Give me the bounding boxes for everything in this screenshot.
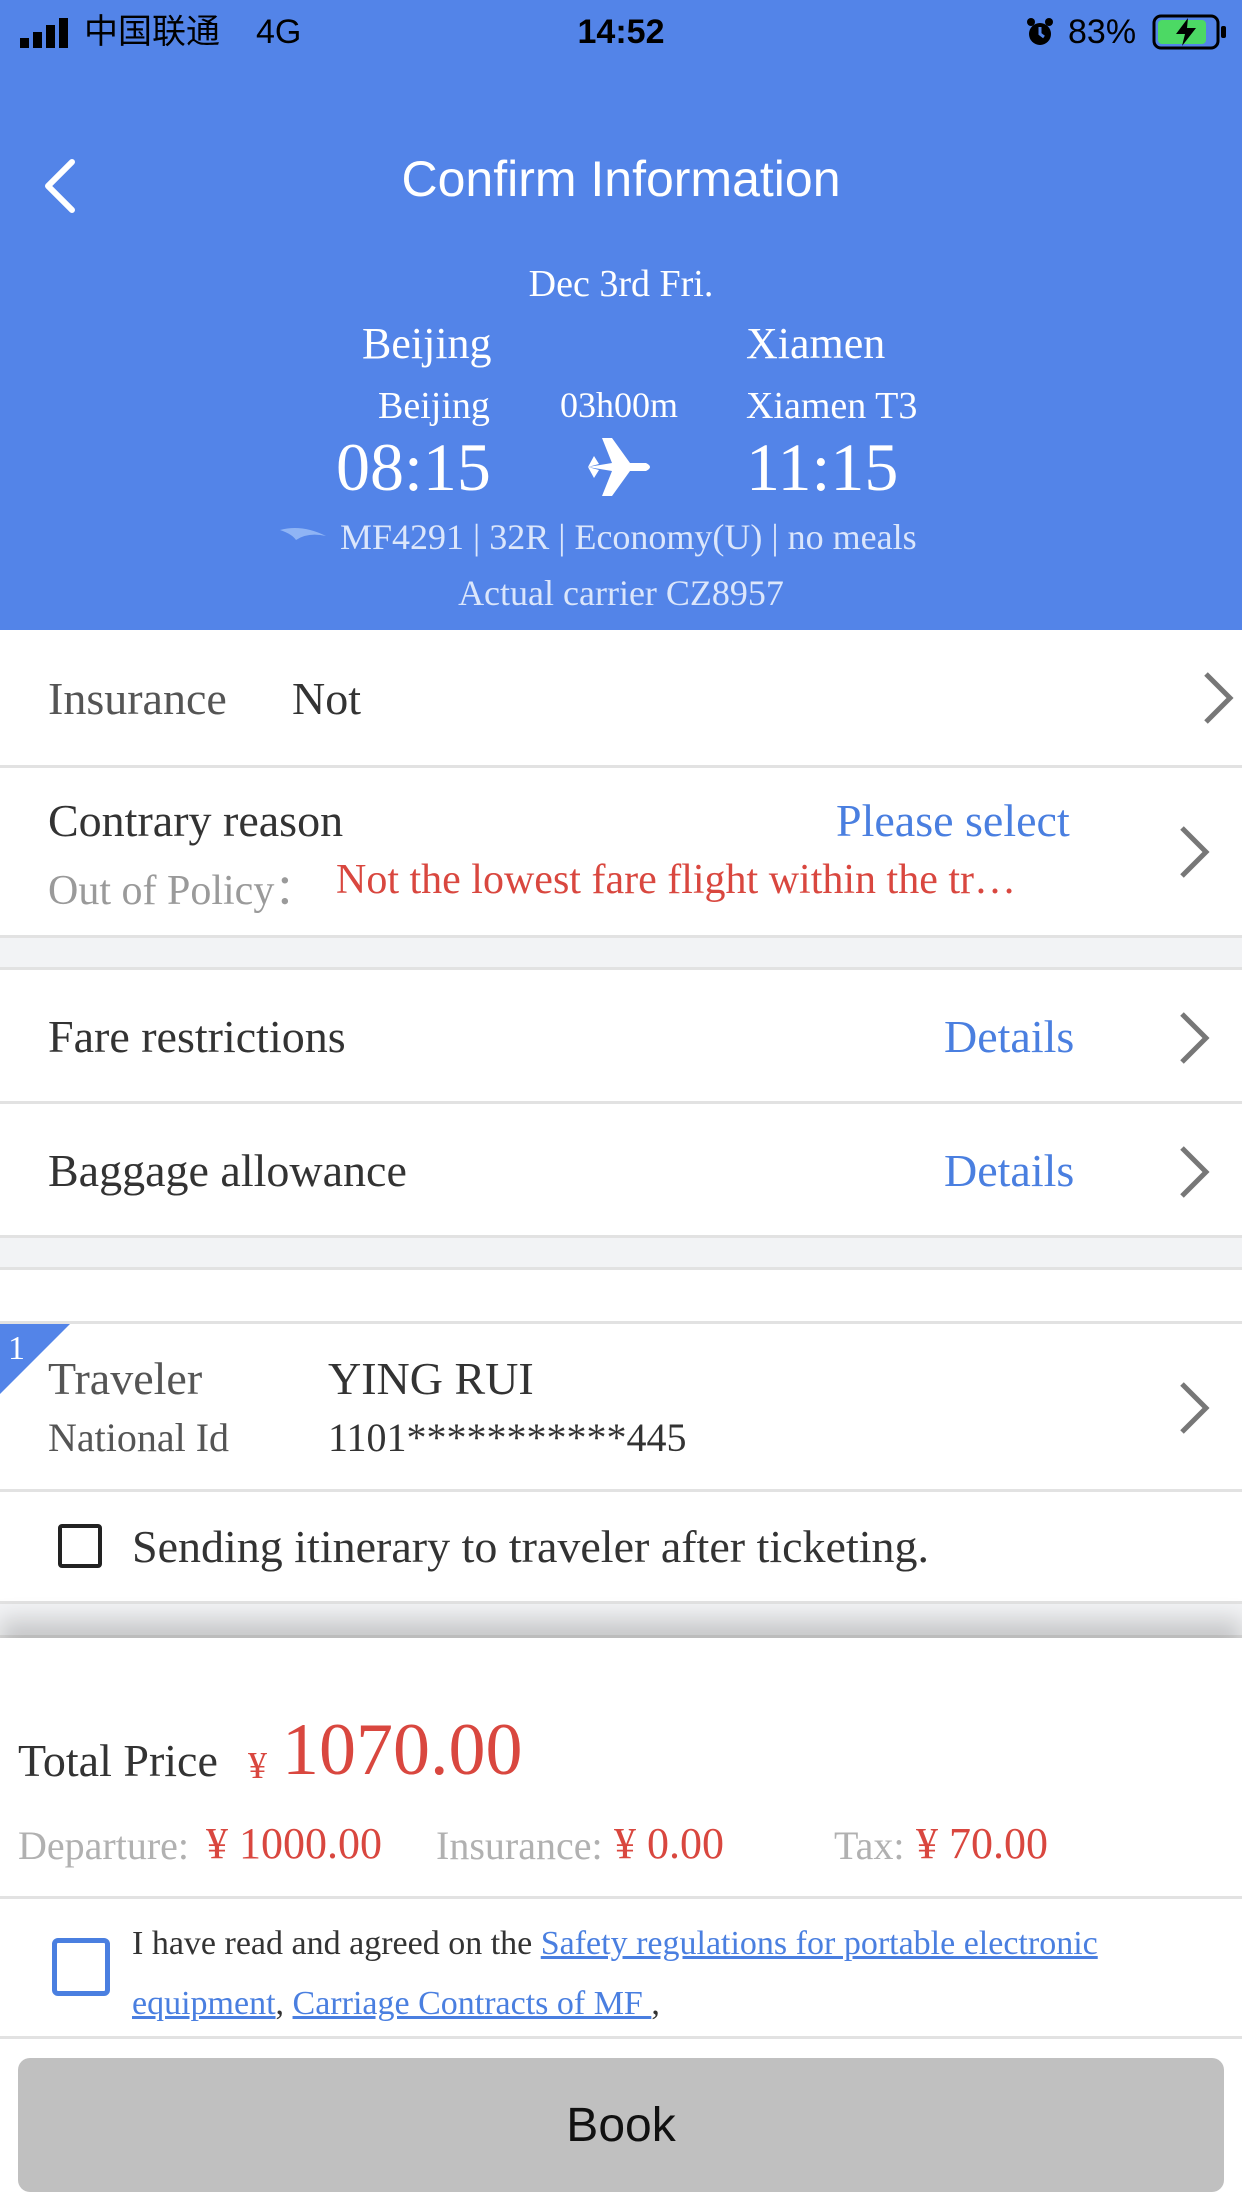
divider bbox=[0, 1896, 1242, 1899]
out-of-policy-label: Out of Policy： bbox=[48, 868, 317, 914]
arrive-time: 11:15 bbox=[746, 429, 899, 505]
tax-label: Tax: bbox=[834, 1823, 905, 1868]
insurance-value: Not bbox=[292, 673, 361, 724]
agreement-text: I have read and agreed on the Safety reg… bbox=[132, 1914, 1192, 2034]
fare-restrictions-row[interactable]: Fare restrictions Details bbox=[0, 970, 1242, 1104]
to-city: Xiamen bbox=[746, 319, 886, 368]
out-of-policy-reason: Not the lowest fare flight within the tr… bbox=[336, 857, 1017, 903]
insurance-label: Insurance bbox=[48, 673, 227, 724]
traveler-row[interactable]: 1 Traveler YING RUI National Id 1101****… bbox=[0, 1324, 1242, 1492]
agreement-separator: , bbox=[275, 1985, 293, 2022]
insurance-row[interactable]: Insurance Not bbox=[0, 630, 1242, 768]
section-divider bbox=[0, 1604, 1242, 1638]
traveler-index: 1 bbox=[8, 1330, 25, 1367]
carriage-contracts-link[interactable]: Carriage Contracts of MF bbox=[293, 1985, 652, 2022]
from-city: Beijing bbox=[362, 319, 492, 368]
baggage-details-link[interactable]: Details bbox=[944, 1144, 1074, 1197]
airplane-icon bbox=[586, 436, 654, 498]
battery-percent: 83% bbox=[1068, 13, 1137, 51]
departure-label: Departure: bbox=[18, 1823, 190, 1868]
agreement-suffix: , bbox=[651, 1985, 660, 2022]
fare-restrictions-label: Fare restrictions bbox=[48, 1011, 346, 1062]
depart-time: 08:15 bbox=[336, 429, 491, 505]
contrary-reason-row[interactable]: Contrary reason Please select Out of Pol… bbox=[0, 768, 1242, 938]
actual-carrier: Actual carrier CZ8957 bbox=[458, 573, 784, 613]
agreement-checkbox[interactable] bbox=[52, 1938, 110, 1996]
chevron-right-icon bbox=[1176, 824, 1212, 880]
baggage-allowance-row[interactable]: Baggage allowance Details bbox=[0, 1104, 1242, 1238]
from-airport: Beijing bbox=[378, 385, 490, 427]
chevron-right-icon bbox=[1176, 1010, 1212, 1066]
baggage-allowance-label: Baggage allowance bbox=[48, 1145, 407, 1196]
tax-price: ¥ 70.00 bbox=[916, 1819, 1048, 1868]
chevron-right-icon bbox=[1176, 1144, 1212, 1200]
book-button[interactable]: Book bbox=[18, 2058, 1224, 2192]
insurance-price: ¥ 0.00 bbox=[614, 1819, 724, 1868]
traveler-name: YING RUI bbox=[328, 1353, 534, 1404]
currency-symbol: ¥ bbox=[248, 1745, 267, 1787]
please-select-link[interactable]: Please select bbox=[836, 794, 1070, 847]
flight-date: Dec 3rd Fri. bbox=[528, 263, 714, 305]
national-id-value: 1101***********445 bbox=[328, 1415, 687, 1460]
divider bbox=[0, 2036, 1242, 2039]
flight-duration: 03h00m bbox=[560, 385, 679, 425]
to-airport: Xiamen T3 bbox=[746, 385, 918, 427]
traveler-label: Traveler bbox=[48, 1353, 203, 1404]
itinerary-checkbox-row: Sending itinerary to traveler after tick… bbox=[0, 1492, 1242, 1604]
itinerary-checkbox-label: Sending itinerary to traveler after tick… bbox=[132, 1521, 930, 1572]
spacer-row bbox=[0, 1270, 1242, 1324]
section-divider bbox=[0, 1238, 1242, 1270]
chevron-right-icon bbox=[1200, 670, 1236, 726]
header: 中国联通 4G 14:52 83% Confirm Information De… bbox=[0, 0, 1242, 630]
total-price: 1070.00 bbox=[282, 1709, 523, 1791]
contrary-reason-label: Contrary reason bbox=[48, 795, 344, 846]
flight-info: MF4291 | 32R | Economy(U) | no meals bbox=[340, 517, 917, 557]
departure-price: ¥ 1000.00 bbox=[206, 1819, 382, 1868]
fare-details-link[interactable]: Details bbox=[944, 1010, 1074, 1063]
national-id-label: National Id bbox=[48, 1415, 230, 1460]
chevron-right-icon bbox=[1176, 1380, 1212, 1436]
alarm-icon bbox=[1024, 16, 1056, 48]
total-price-label: Total Price bbox=[18, 1735, 218, 1786]
agreement-prefix: I have read and agreed on the bbox=[132, 1925, 541, 1962]
airline-logo-icon bbox=[278, 522, 328, 546]
itinerary-checkbox[interactable] bbox=[58, 1524, 102, 1568]
page-title: Confirm Information bbox=[401, 151, 841, 207]
insurance-price-label: Insurance: bbox=[436, 1823, 603, 1868]
battery-icon bbox=[1152, 14, 1228, 50]
section-divider bbox=[0, 938, 1242, 970]
